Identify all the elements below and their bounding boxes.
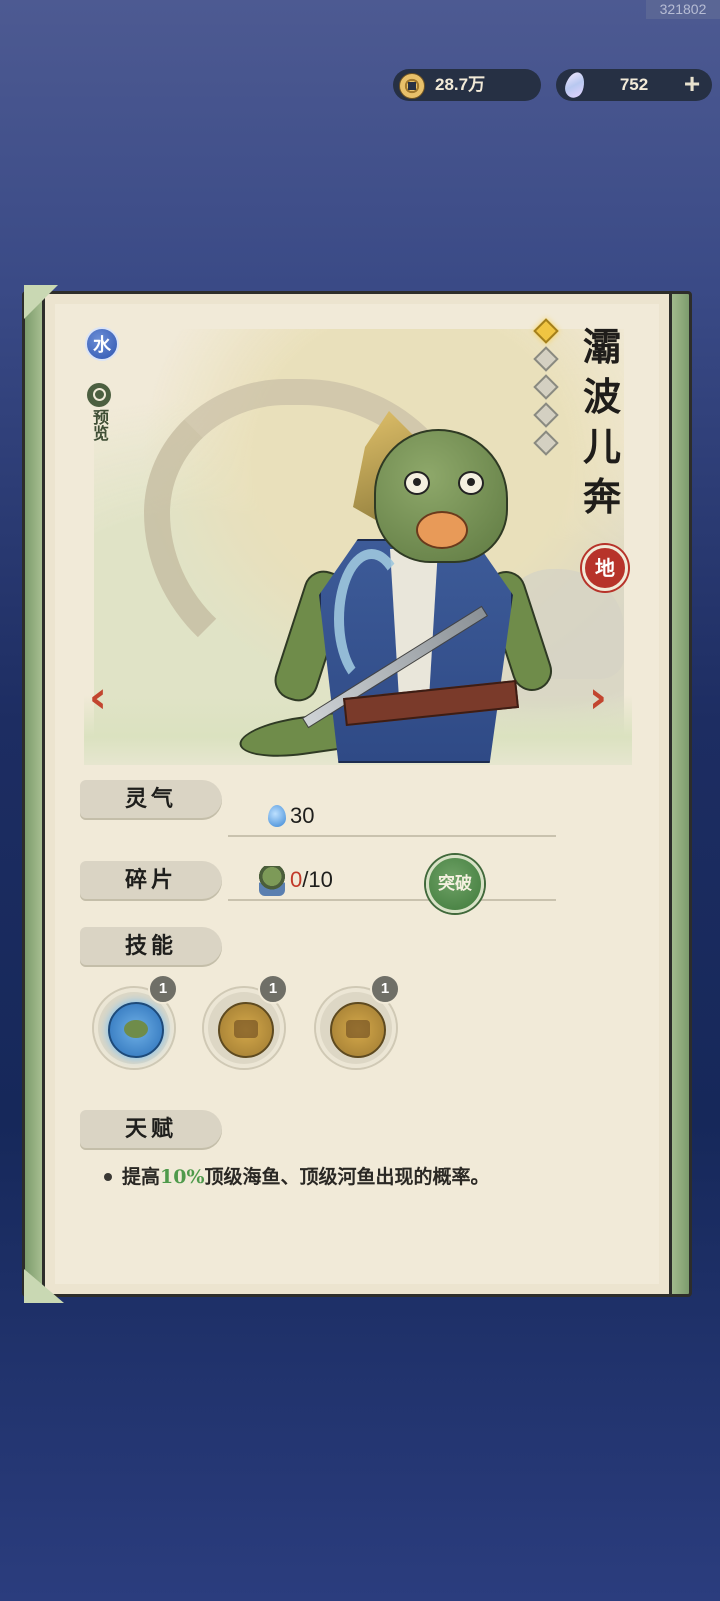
skill-level-badge: 1 [370,974,400,1004]
water-element-badge: 水 [85,327,119,361]
talent-text-after: 顶级海鱼、顶级河鱼出现的概率。 [204,1166,490,1188]
star-icon-empty [533,402,559,428]
character-head [374,429,508,563]
breakthrough-button[interactable]: 突破 [426,855,484,913]
shard-underline [228,899,556,901]
character-mouth [416,511,468,549]
rank-seal-badge: 地 [582,545,628,591]
add-gems-button[interactable]: + [680,69,704,101]
bullet-dot [104,1173,112,1181]
talent-text-before: 提高 [122,1166,161,1188]
spirit-value: 30 [290,803,315,828]
skill-slot-3[interactable]: 1 [316,974,400,1068]
spirit-label-tag: 灵气 [80,780,222,820]
star-icon-empty [533,374,559,400]
copper-coin-icon [399,73,425,99]
skill-slot-1[interactable]: 1 [94,974,178,1068]
shard-current: 0 [290,867,303,892]
shard-label-tag: 碎片 [80,861,222,901]
magnifier-icon [87,383,111,407]
skills-label-tag: 技能 [80,927,222,967]
talent-description: 提高10%顶级海鱼、顶级河鱼出现的概率。 [104,1160,544,1194]
skill-level-badge: 1 [148,974,178,1004]
shard-total: /10 [302,867,333,892]
fish-portrait-skill-icon [108,1002,164,1058]
spirit-drop-icon [268,805,286,827]
scroll-fold-bottom-left [24,1269,64,1303]
preview-button[interactable]: 预览 [84,383,114,441]
scroll-fold-top-left [24,285,58,319]
hammer-skill-icon [330,1002,386,1058]
skill-slot-2[interactable]: 1 [204,974,288,1068]
character-name-char: 奔 [582,474,621,519]
character-name: 灞 波 儿 奔 [574,322,630,522]
character-left-eye [404,471,430,495]
star-icon-filled [533,318,559,344]
skill-level-badge: 1 [258,974,288,1004]
previous-character-arrow-icon[interactable]: ‹ [83,676,113,720]
next-character-arrow-icon[interactable]: › [583,676,613,720]
character-name-char: 灞 [582,324,621,369]
preview-label: 预览 [90,409,109,441]
fish-shard-icon [259,866,285,896]
character-name-char: 儿 [582,424,621,469]
coin-amount: 28.7万 [435,75,486,94]
spirit-underline [228,835,556,837]
star-icon-empty [533,430,559,456]
user-id-label: 321802 [646,0,720,19]
gem-balance: 752 + [556,69,712,101]
coin-balance: 28.7万 [393,69,541,101]
fishing-rod-skill-icon [218,1002,274,1058]
shard-count: 0/10 [290,866,333,894]
talent-highlight: 10% [160,1166,205,1188]
character-right-eye [458,471,484,495]
star-icon-empty [533,346,559,372]
fish-warrior-character [236,399,558,765]
character-name-char: 波 [582,374,621,419]
star-rating [533,318,559,462]
talent-label-tag: 天赋 [80,1110,222,1150]
